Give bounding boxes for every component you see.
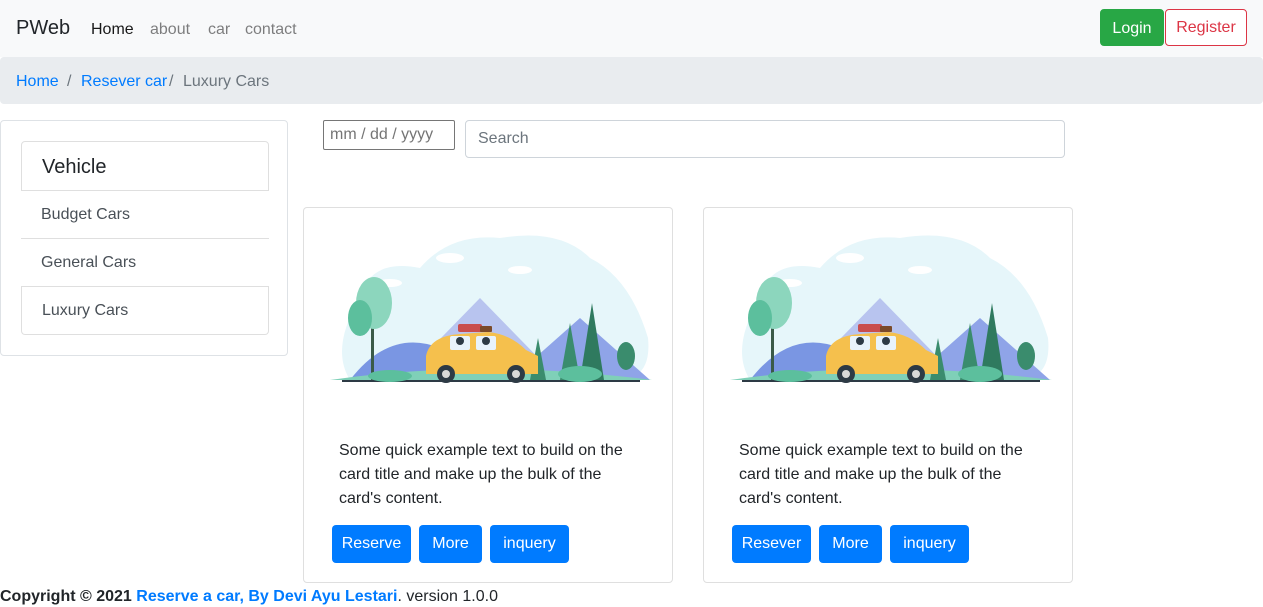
footer: Copyright © 2021 Reserve a car, By Devi … — [0, 587, 498, 607]
breadcrumb: Home / Resever car / Luxury Cars — [0, 57, 1263, 104]
brand-logo[interactable]: PWeb — [16, 16, 70, 40]
inquiry-button[interactable]: inquery — [890, 525, 969, 563]
navbar: PWeb Home about car contact Login Regist… — [0, 0, 1263, 57]
more-button[interactable]: More — [419, 525, 482, 563]
nav-about[interactable]: about — [150, 20, 190, 40]
sidebar-item-general-cars[interactable]: General Cars — [21, 239, 269, 287]
footer-copyright: Copyright © 2021 — [0, 588, 132, 605]
car-illustration-image — [730, 235, 1052, 383]
more-button[interactable]: More — [819, 525, 882, 563]
card-text: Some quick example text to build on the … — [739, 442, 1023, 507]
reserve-button[interactable]: Resever — [732, 525, 811, 563]
register-button[interactable]: Register — [1165, 9, 1247, 46]
footer-author-link[interactable]: Reserve a car, By Devi Ayu Lestari — [136, 588, 397, 605]
search-input[interactable] — [465, 120, 1065, 158]
breadcrumb-separator: / — [67, 73, 72, 90]
vehicle-list: Vehicle Budget Cars General Cars Luxury … — [21, 141, 269, 335]
breadcrumb-reserve-car[interactable]: Resever car — [81, 72, 167, 92]
card-text: Some quick example text to build on the … — [339, 442, 623, 507]
sidebar-item-budget-cars[interactable]: Budget Cars — [21, 191, 269, 239]
sidebar: Vehicle Budget Cars General Cars Luxury … — [0, 120, 288, 356]
login-button[interactable]: Login — [1100, 9, 1164, 46]
vehicle-list-title: Vehicle — [21, 141, 269, 191]
nav-contact[interactable]: contact — [245, 20, 297, 40]
breadcrumb-home[interactable]: Home — [16, 72, 59, 92]
breadcrumb-separator: / — [169, 73, 174, 90]
sidebar-item-luxury-cars[interactable]: Luxury Cars — [21, 287, 269, 335]
car-card: Some quick example text to build on the … — [703, 207, 1073, 583]
car-card: Some quick example text to build on the … — [303, 207, 673, 583]
inquiry-button[interactable]: inquery — [490, 525, 569, 563]
nav-car[interactable]: car — [208, 20, 230, 40]
car-illustration-image — [330, 235, 652, 383]
breadcrumb-current: Luxury Cars — [183, 73, 270, 90]
date-input[interactable] — [323, 120, 455, 150]
reserve-button[interactable]: Reserve — [332, 525, 411, 563]
footer-version: . version 1.0.0 — [397, 588, 498, 605]
nav-home[interactable]: Home — [91, 20, 134, 40]
